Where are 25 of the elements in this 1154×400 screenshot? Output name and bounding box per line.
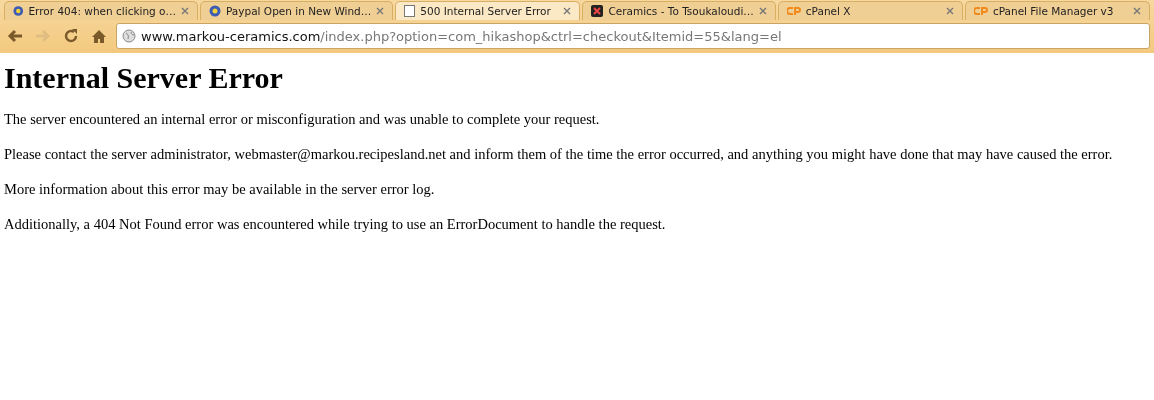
browser-tab[interactable]: cPanel X bbox=[777, 1, 963, 20]
browser-tab[interactable]: cPanel File Manager v3 bbox=[964, 1, 1150, 20]
close-icon[interactable] bbox=[758, 7, 767, 15]
browser-tab[interactable]: Ceramics - To Tsoukaloudi… bbox=[582, 1, 776, 20]
close-icon[interactable] bbox=[376, 7, 385, 15]
close-icon[interactable] bbox=[945, 7, 954, 15]
browser-tab[interactable]: 500 Internal Server Error bbox=[395, 1, 581, 20]
globe-icon bbox=[122, 29, 136, 43]
page-icon bbox=[404, 5, 416, 17]
swirl-icon bbox=[13, 5, 24, 17]
error-paragraph: Please contact the server administrator, webmaster@markou.recipesland.net and inform them of the time the error occurred, and anything you might have done that may have caused the error. bbox=[4, 146, 1114, 163]
page-heading: Internal Server Error bbox=[4, 61, 284, 95]
address-field[interactable]: www.markou-ceramics.com/index.php?option=com_hikashop&ctrl=checkout&Itemid=55&lang=el bbox=[116, 23, 1150, 49]
home-icon bbox=[91, 28, 107, 44]
error-paragraph: Additionally, a 404 Not Found error was encountered while trying to use an ErrorDocument to handle the request. bbox=[4, 216, 667, 233]
close-icon[interactable] bbox=[1133, 7, 1141, 15]
error-paragraph: More information about this error may be available in the server error log. bbox=[4, 181, 436, 198]
browser-tab[interactable]: Error 404: when clicking o… bbox=[4, 1, 198, 20]
swirl-icon bbox=[209, 5, 221, 17]
close-icon[interactable] bbox=[181, 7, 189, 15]
reload-icon bbox=[63, 28, 79, 44]
back-arrow-icon bbox=[7, 29, 23, 43]
close-icon[interactable] bbox=[563, 7, 572, 15]
browser-tab[interactable]: Paypal Open in New Wind… bbox=[200, 1, 394, 20]
error-paragraph: The server encountered an internal error or misconfiguration and was unable to complete your request. bbox=[4, 111, 601, 128]
